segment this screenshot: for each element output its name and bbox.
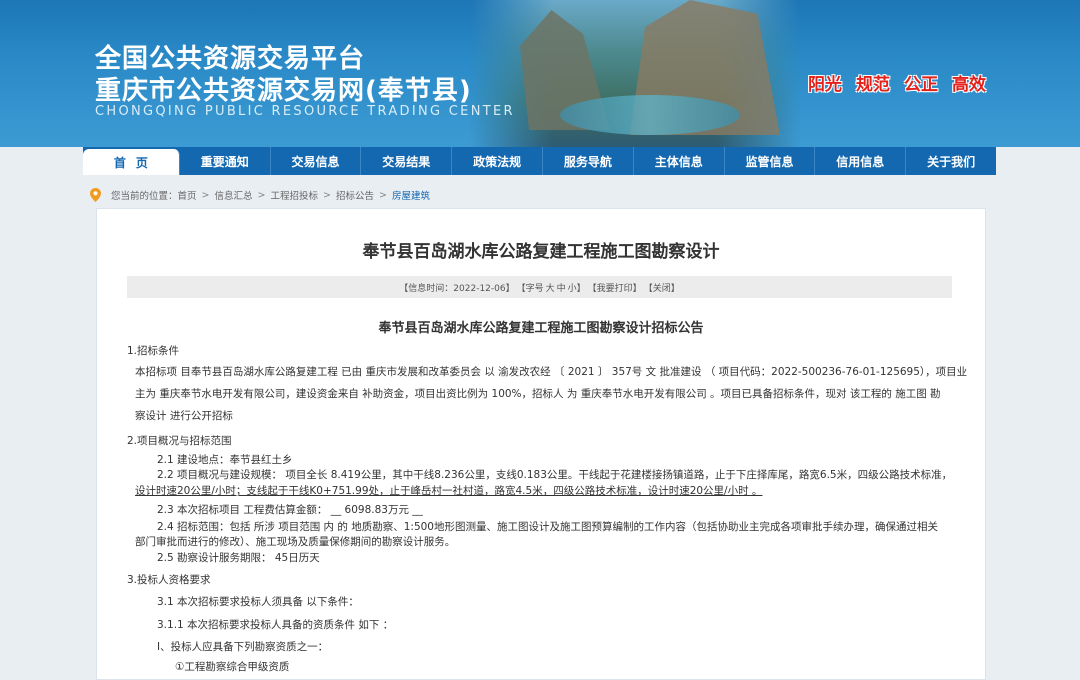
font-size-large-link[interactable]: 大 — [546, 281, 555, 294]
nav-item-important-notice[interactable]: 重要通知 — [180, 147, 271, 175]
body-line: 2.4 招标范围：包括 所涉 项目范围 内 的 地质勘察、1:500地形图测量、… — [157, 521, 938, 533]
body-line: 3.1.1 本次招标要求投标人具备的资质条件 如下 ： — [157, 619, 394, 631]
body-line: 本招标项 目奉节县百岛湖水库公路复建工程 已由 重庆市发展和改革委员会 以 渝发… — [135, 366, 968, 378]
breadcrumb-tender-notice[interactable]: 招标公告 — [336, 188, 374, 202]
breadcrumb-sep: > — [323, 189, 331, 201]
info-date: 【信息时间：2022-12-06】 — [399, 283, 515, 294]
section-heading: 2.项目概况与招标范围 — [127, 435, 232, 447]
header-river — [560, 95, 740, 135]
breadcrumb-engineering-bidding[interactable]: 工程招投标 — [270, 188, 318, 202]
slogan-3: 公正 — [904, 75, 938, 95]
site-title-line2: 重庆市公共资源交易网(奉节县) — [95, 76, 472, 106]
font-size-medium-link[interactable]: 中 — [557, 281, 566, 294]
nav-item-trade-result[interactable]: 交易结果 — [361, 147, 453, 175]
nav-item-policy[interactable]: 政策法规 — [452, 147, 543, 175]
nav-item-trade-info[interactable]: 交易信息 — [271, 147, 362, 175]
breadcrumb-sep: > — [378, 189, 387, 201]
breadcrumb-current[interactable]: 房屋建筑 — [392, 188, 430, 202]
body-line: 主为 重庆奉节水电开发有限公司，建设资金来自 补助资金，项目出资比例为 100%… — [135, 388, 941, 400]
site-header: 全国公共资源交易平台 重庆市公共资源交易网(奉节县) CHONGQING PUB… — [0, 0, 1080, 147]
body-line: 3.1 本次招标要求投标人须具备 以下条件： — [157, 596, 359, 608]
nav-item-credit-info[interactable]: 信用信息 — [815, 147, 907, 175]
body-line: 2.3 本次招标项目 工程费估算金额： __ 6098.83万元 __ — [157, 504, 423, 516]
nav-item-home[interactable]: 首页 — [83, 149, 180, 175]
breadcrumb: 您当前的位置： 首页 > 信息汇总 > 工程招投标 > 招标公告 > 房屋建筑 — [90, 186, 430, 204]
location-pin-icon — [90, 188, 101, 202]
print-link[interactable]: 【我要打印】 — [588, 281, 642, 294]
breadcrumb-sep: > — [201, 189, 210, 201]
nav-item-entity-info[interactable]: 主体信息 — [634, 147, 725, 175]
slogans: 阳光 规范 公正 高效 — [808, 70, 986, 95]
nav-item-about-us[interactable]: 关于我们 — [906, 147, 996, 175]
body-line: I、投标人应具备下列勘察资质之一： — [157, 641, 329, 653]
nav-item-supervision[interactable]: 监管信息 — [725, 147, 816, 175]
article-panel: 奉节县百岛湖水库公路复建工程施工图勘察设计 【信息时间：2022-12-06】 … — [96, 208, 986, 680]
site-title-english: CHONGQING PUBLIC RESOURCE TRADING CENTER — [95, 104, 515, 119]
body-line: 2.2 项目概况与建设规模： 项目全长 8.419公里，其中干线8.236公里，… — [157, 469, 953, 481]
notice-title: 奉节县百岛湖水库公路复建工程施工图勘察设计招标公告 — [378, 321, 704, 336]
section-heading: 3.投标人资格要求 — [127, 574, 211, 586]
body-line: 设计时速20公里/小时；支线起于干线K0+751.99处，止于峰岳村一社村道，路… — [135, 485, 763, 497]
article-info-bar: 【信息时间：2022-12-06】 【字号 大 中 小】 【我要打印】 【关闭】 — [127, 276, 952, 298]
breadcrumb-prefix: 您当前的位置： — [111, 191, 178, 202]
main-nav: 首页 重要通知 交易信息 交易结果 政策法规 服务导航 主体信息 监管信息 信用… — [83, 147, 996, 175]
slogan-2: 规范 — [856, 75, 890, 95]
nav-item-service-guide[interactable]: 服务导航 — [543, 147, 634, 175]
body-line: 2.1 建设地点：奉节县红土乡 — [157, 454, 293, 466]
breadcrumb-sep: > — [257, 189, 266, 201]
font-size-small-link[interactable]: 小】 — [568, 281, 586, 294]
body-line: ①工程勘察综合甲级资质 — [175, 661, 290, 673]
body-line: 察设计 进行公开招标 — [135, 410, 233, 422]
breadcrumb-home[interactable]: 首页 — [178, 188, 197, 202]
section-heading: 1.招标条件 — [127, 345, 180, 357]
slogan-4: 高效 — [952, 75, 986, 95]
info-font-size-label: 【字号 — [516, 283, 544, 294]
breadcrumb-info-summary[interactable]: 信息汇总 — [215, 188, 253, 202]
body-line: 部门审批而进行的修改）、施工现场及质量保修期间的勘察设计服务。 — [135, 536, 456, 548]
article-title: 奉节县百岛湖水库公路复建工程施工图勘察设计 — [362, 242, 720, 262]
body-line: 2.5 勘察设计服务期限： 45日历天 — [157, 552, 320, 564]
close-link[interactable]: 【关闭】 — [644, 281, 680, 294]
slogan-1: 阳光 — [808, 75, 842, 95]
